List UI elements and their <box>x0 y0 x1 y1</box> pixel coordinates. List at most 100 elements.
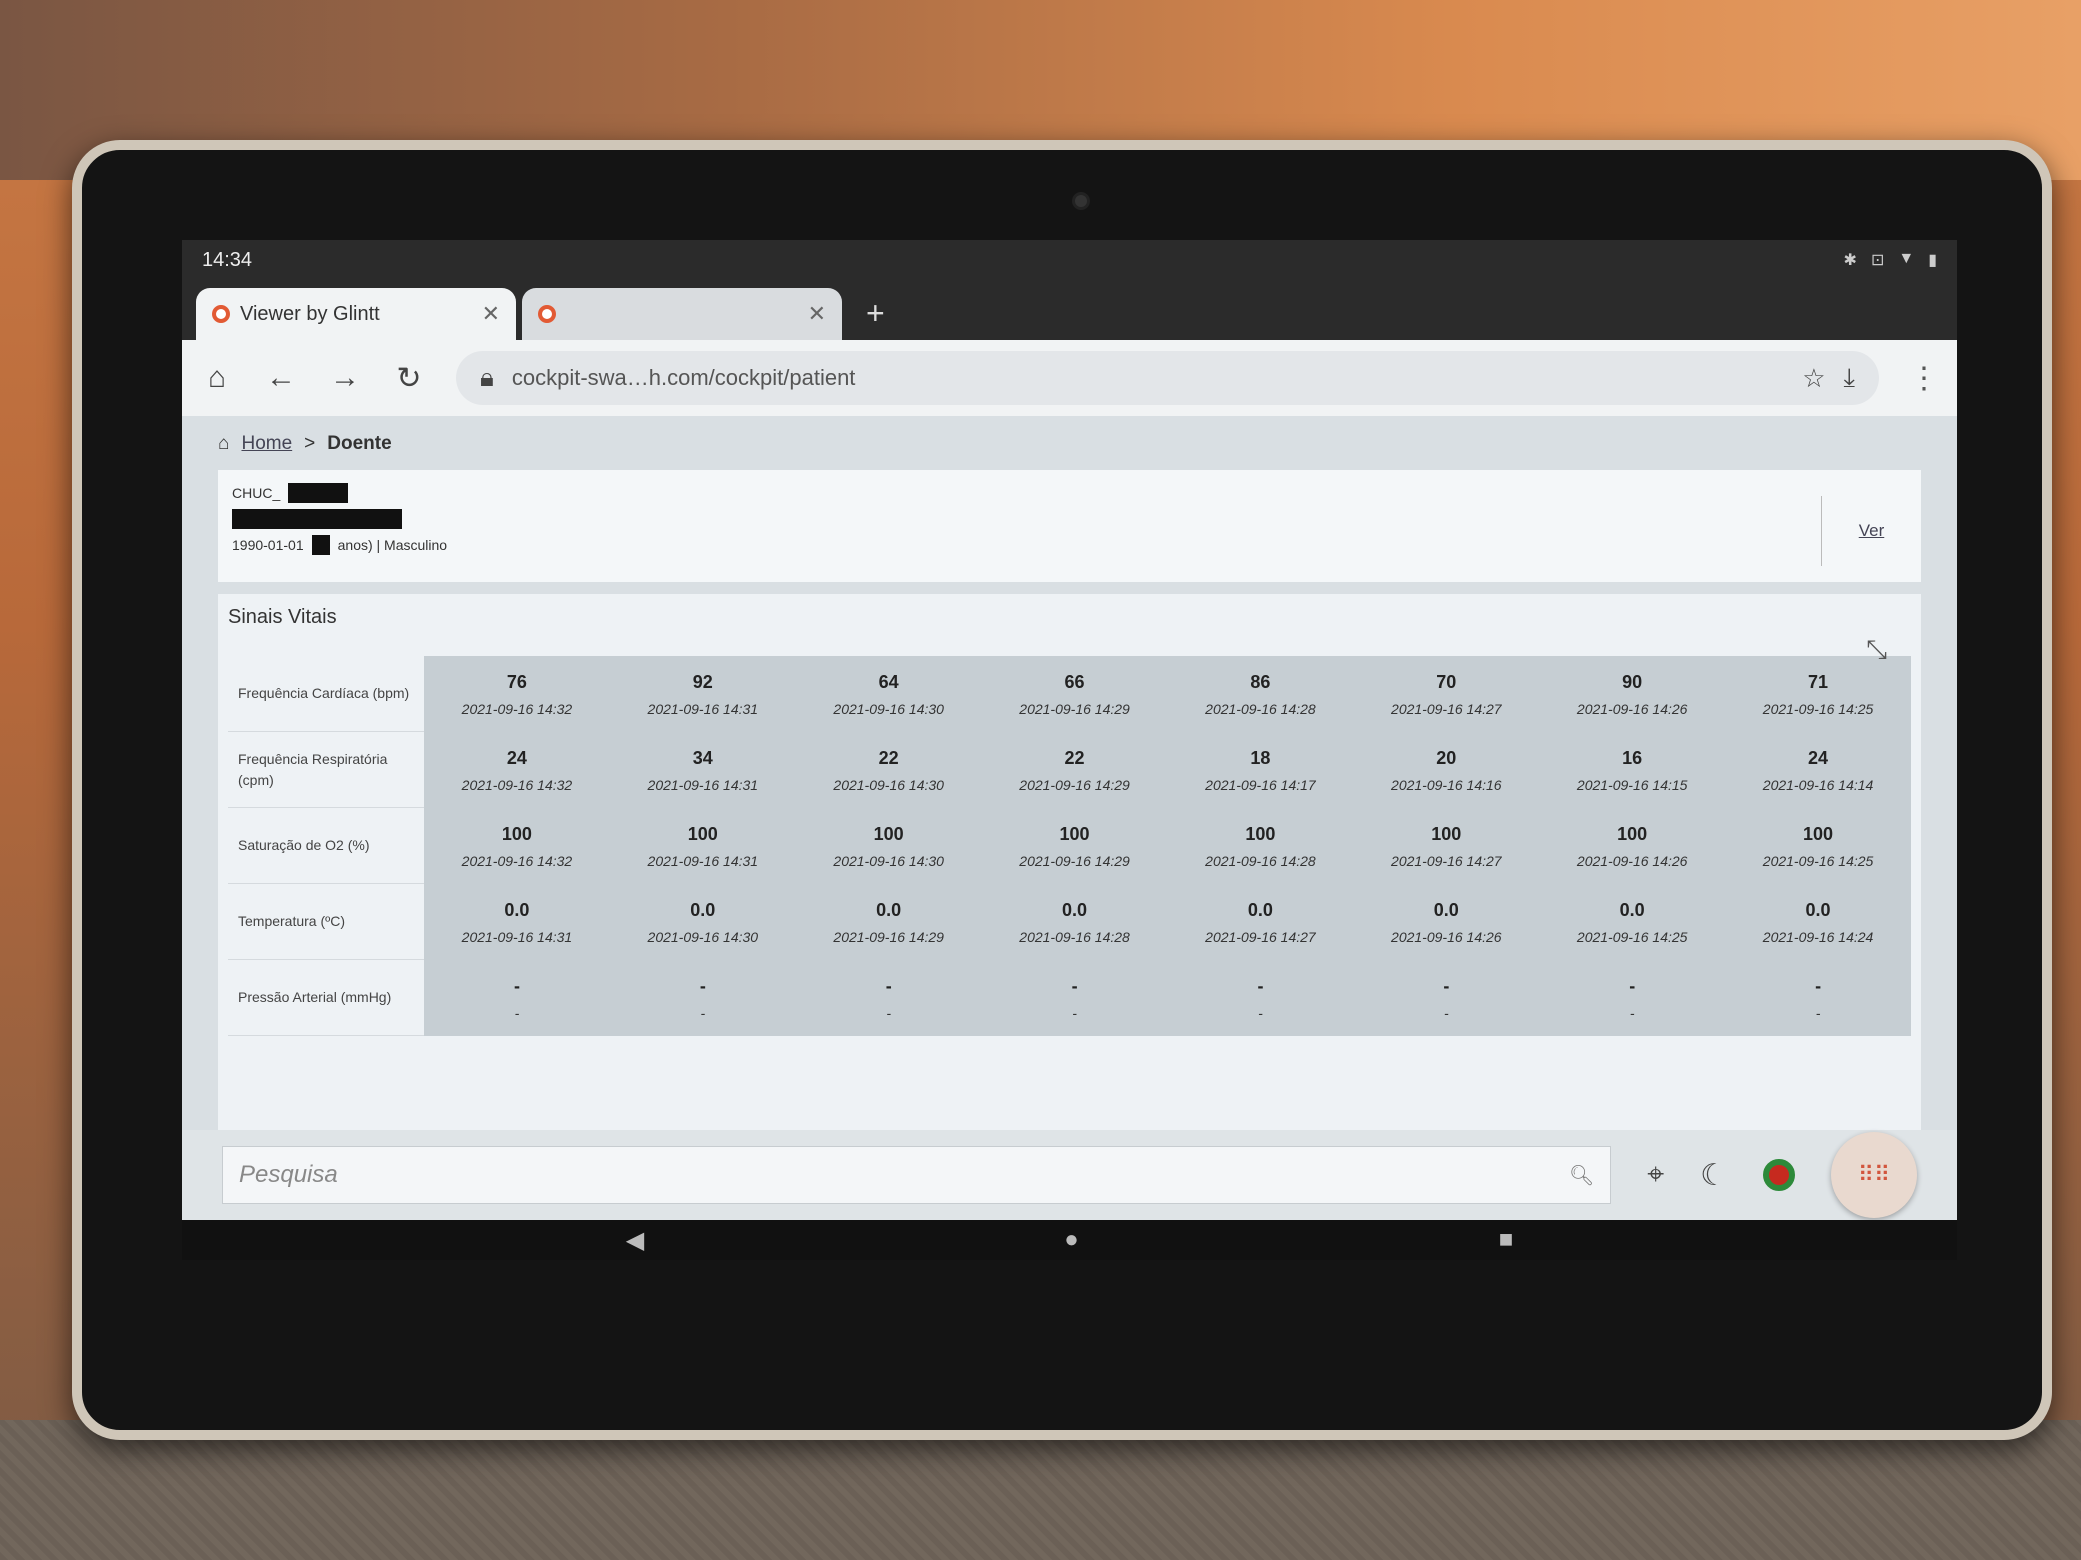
patient-info-line: 1990-01-01 anos) | Masculino <box>232 532 1907 558</box>
vital-value: 18 <box>1250 747 1271 768</box>
vital-cell: 16 2021-09-16 14:15 <box>1539 732 1725 808</box>
vital-values-grid: 76 2021-09-16 14:32 92 2021-09-16 14:31 64 20… <box>424 656 1911 1036</box>
vital-value: 86 <box>1250 671 1271 692</box>
row-labels: Frequência Cardíaca (bpm) Frequência Resp… <box>228 656 424 1036</box>
menu-icon[interactable]: ⋮ <box>1909 361 1939 396</box>
vital-row-label: Frequência Respiratória (cpm) <box>228 732 424 808</box>
vital-cell: 92 2021-09-16 14:31 <box>610 656 796 732</box>
tab-viewer[interactable]: Viewer by Glintt ✕ <box>196 288 516 340</box>
download-icon[interactable]: ⤓ <box>1844 362 1856 394</box>
vital-signs-table: Frequência Cardíaca (bpm) Frequência Resp… <box>228 656 1911 1036</box>
favicon-icon <box>538 305 556 323</box>
vital-timestamp: 2021-09-16 14:16 <box>1391 776 1502 793</box>
vital-value: 22 <box>1064 747 1085 768</box>
vital-timestamp: 2021-09-16 14:25 <box>1762 852 1874 869</box>
vital-timestamp: - <box>1072 1004 1077 1021</box>
vital-value: - <box>513 975 520 996</box>
collapse-icon[interactable]: ⤡ <box>1866 634 1887 666</box>
android-recents-icon[interactable]: ■ <box>1499 1226 1514 1254</box>
vital-timestamp: 2021-09-16 14:17 <box>1205 776 1316 793</box>
vital-value: - <box>1443 975 1450 996</box>
new-tab-icon[interactable]: + <box>848 295 903 340</box>
vital-cell: 100 2021-09-16 14:27 <box>1353 808 1539 884</box>
vital-cell: 70 2021-09-16 14:27 <box>1353 656 1539 732</box>
vital-value: 100 <box>1617 823 1648 844</box>
tablet-frame: 14:34 ✱ ⊡ ▼ ▮ Viewer by Glintt ✕ ✕ + ⌂ ←… <box>72 140 2052 1440</box>
vital-row-label: Temperatura (ºC) <box>228 884 424 960</box>
vital-timestamp: 2021-09-16 14:32 <box>461 776 573 793</box>
vital-timestamp: 2021-09-16 14:31 <box>647 852 759 869</box>
vital-value: 0.0 <box>504 899 530 920</box>
vital-cell: 0.0 2021-09-16 14:27 <box>1168 884 1354 960</box>
android-home-icon[interactable]: ● <box>1064 1226 1079 1254</box>
status-icons: ✱ ⊡ ▼ ▮ <box>1844 250 1937 270</box>
back-icon[interactable]: ← <box>264 361 298 395</box>
reload-icon[interactable]: ↻ <box>392 361 426 396</box>
vital-timestamp: 2021-09-16 14:32 <box>461 852 573 869</box>
vital-timestamp: 2021-09-16 14:24 <box>1762 928 1874 945</box>
vital-timestamp: - <box>1443 1004 1449 1021</box>
vital-timestamp: - <box>700 1004 706 1021</box>
language-flag-icon[interactable] <box>1763 1159 1795 1191</box>
vital-value: - <box>1257 975 1264 996</box>
vital-value: 24 <box>506 747 527 768</box>
vital-cell: -- <box>796 960 982 1036</box>
close-icon[interactable]: ✕ <box>808 301 826 327</box>
vital-cell: 66 2021-09-16 14:29 <box>982 656 1168 732</box>
vital-timestamp: 2021-09-16 14:25 <box>1762 700 1874 717</box>
vital-value: 0.0 <box>1247 899 1273 920</box>
vital-cell: 0.0 2021-09-16 14:24 <box>1725 884 1911 960</box>
redacted-name <box>232 509 402 529</box>
favicon-icon <box>212 305 230 323</box>
url-text[interactable]: cockpit-swa…h.com/cockpit/patient <box>512 365 1784 391</box>
keypad-button[interactable]: ⠿⠿ <box>1831 1132 1917 1218</box>
vital-cell: 100 2021-09-16 14:32 <box>424 808 610 884</box>
home-small-icon: ⌂ <box>218 433 230 454</box>
vital-cell: 20 2021-09-16 14:16 <box>1353 732 1539 808</box>
vital-timestamp: 2021-09-16 14:28 <box>1205 852 1316 869</box>
vital-timestamp: - <box>1815 1004 1821 1021</box>
patient-id: CHUC_ <box>232 485 281 501</box>
star-icon[interactable]: ☆ <box>1802 363 1825 394</box>
vital-timestamp: 2021-09-16 14:31 <box>647 776 759 793</box>
vital-timestamp: 2021-09-16 14:28 <box>1205 700 1316 717</box>
vital-value: 0.0 <box>1805 899 1831 920</box>
wifi-icon: ▼ <box>1898 250 1915 267</box>
search-icon[interactable]: 🔍︎ <box>1569 1163 1594 1188</box>
vital-cell: 100 2021-09-16 14:25 <box>1725 808 1911 884</box>
tab-title: Viewer by Glintt <box>240 302 380 325</box>
vital-cell: -- <box>1539 960 1725 1036</box>
tab-second[interactable]: ✕ <box>522 288 842 340</box>
close-icon[interactable]: ✕ <box>482 301 500 327</box>
vital-cell: 100 2021-09-16 14:29 <box>982 808 1168 884</box>
vital-cell: -- <box>610 960 796 1036</box>
moon-icon[interactable]: ☾ <box>1700 1158 1727 1193</box>
vital-cell: 71 2021-09-16 14:25 <box>1725 656 1911 732</box>
location-pin-icon[interactable]: ⌖ <box>1647 1158 1664 1192</box>
vital-cell: -- <box>424 960 610 1036</box>
address-bar[interactable]: 🔒︎ cockpit-swa…h.com/cockpit/patient ☆ ⤓ <box>456 351 1879 405</box>
vital-cell: 100 2021-09-16 14:28 <box>1168 808 1354 884</box>
bluetooth-icon: ✱ <box>1843 252 1857 269</box>
vital-timestamp: 2021-09-16 14:25 <box>1576 928 1688 945</box>
vital-value: - <box>699 975 706 996</box>
vital-row-label: Frequência Cardíaca (bpm) <box>228 656 424 732</box>
vital-timestamp: - <box>514 1004 520 1021</box>
android-navigation-bar: ◀ ● ■ <box>182 1220 1957 1260</box>
vital-value: 100 <box>1431 823 1462 844</box>
bottom-bar: Pesquisa 🔍︎ ⌖ ☾ ⠿⠿ <box>182 1130 1957 1220</box>
home-icon[interactable]: ⌂ <box>200 361 234 395</box>
vital-timestamp: 2021-09-16 14:31 <box>461 928 573 945</box>
view-patient-link[interactable]: Ver <box>1821 496 1921 566</box>
vital-value: 100 <box>873 823 904 844</box>
patient-age-gender: anos) | Masculino <box>337 537 448 553</box>
forward-icon[interactable]: → <box>328 361 362 395</box>
tab-strip: Viewer by Glintt ✕ ✕ + <box>182 280 1957 340</box>
search-input[interactable]: Pesquisa 🔍︎ <box>222 1146 1612 1204</box>
vital-value: 64 <box>878 671 899 692</box>
lock-icon: 🔒︎ <box>480 362 494 392</box>
android-back-icon[interactable]: ◀ <box>626 1226 644 1255</box>
breadcrumb-home[interactable]: Home <box>241 433 292 455</box>
vital-cell: 0.0 2021-09-16 14:28 <box>982 884 1168 960</box>
vital-value: 24 <box>1808 747 1829 768</box>
